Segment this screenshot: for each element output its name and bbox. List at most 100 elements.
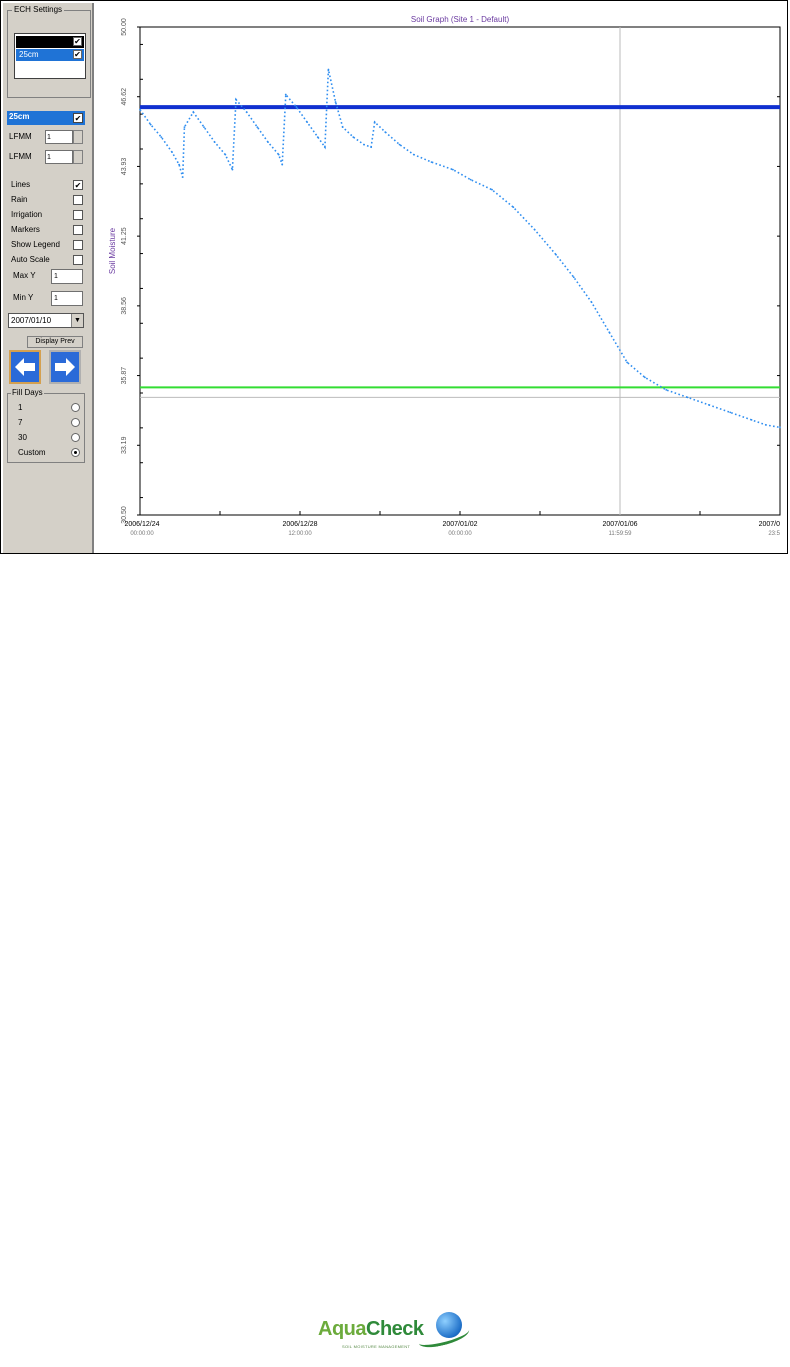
data-point [284, 93, 287, 96]
data-point [149, 123, 152, 126]
data-point [235, 98, 237, 101]
days-radio[interactable] [71, 448, 80, 457]
lfmm-spinner[interactable] [73, 150, 83, 164]
days-radio[interactable] [71, 403, 80, 412]
data-point [384, 131, 387, 134]
aquacheck-logo: AquaCheck SOIL MOISTURE MANAGEMENT [318, 1308, 478, 1352]
ech-sensor-item[interactable]: 25cm ✔ [16, 49, 84, 61]
min-y-input[interactable] [51, 291, 83, 306]
option-checkbox[interactable]: ✔ [73, 180, 83, 190]
data-point [306, 121, 309, 123]
data-point [277, 153, 280, 156]
option-checkbox[interactable] [73, 255, 83, 265]
option-label: Show Legend [11, 240, 60, 249]
y-tick-label: 41.25 [121, 227, 128, 245]
option-label: Auto Scale [11, 255, 50, 264]
data-point [256, 126, 259, 129]
y-tick-label: 43.93 [121, 158, 128, 176]
data-point [267, 141, 269, 144]
option-show-legend[interactable]: Show Legend [7, 238, 87, 252]
ech-sensor-list[interactable]: ✔ 25cm ✔ [14, 33, 86, 79]
data-point [750, 419, 753, 421]
y-tick-label: 50.00 [121, 18, 128, 36]
days-radio[interactable] [71, 418, 80, 427]
days-option-1[interactable]: 1 [14, 402, 82, 414]
ech-sensor-label: 25cm [19, 50, 39, 59]
data-point [295, 106, 298, 108]
y-tick-label: 33.19 [121, 436, 128, 454]
data-point [171, 151, 173, 154]
days-option-30[interactable]: 30 [14, 432, 82, 444]
days-option-custom[interactable]: Custom [14, 447, 82, 459]
app-window: ECH Settings ✔ 25cm ✔ 25cm ✔ LFMM LFMM [0, 0, 788, 554]
data-point [160, 136, 163, 139]
data-point [626, 361, 629, 364]
min-y-row: Min Y [7, 289, 87, 307]
x-tick-label: 2006/12/28 [282, 521, 317, 528]
option-irrigation[interactable]: Irrigation [7, 208, 87, 222]
days-option-7[interactable]: 7 [14, 417, 82, 429]
ech-sensor-item[interactable]: ✔ [16, 36, 84, 48]
data-point [398, 143, 401, 146]
chart-title: Soil Graph (Site 1 - Default) [411, 15, 510, 24]
ech-sensor-checkbox[interactable]: ✔ [73, 37, 82, 46]
soil-graph-area[interactable]: Soil Graph (Site 1 - Default) 50.00 46.62 4… [96, 3, 787, 553]
max-y-input[interactable] [51, 269, 83, 284]
arrow-left-icon [15, 358, 35, 376]
date-select-value: 2007/01/10 [11, 316, 52, 325]
lfmm-label: LFMM [9, 152, 32, 161]
option-markers[interactable]: Markers [7, 223, 87, 237]
lfmm-input[interactable] [45, 130, 73, 144]
option-lines[interactable]: Lines ✔ [7, 178, 87, 192]
data-point [363, 143, 365, 146]
control-panel: ECH Settings ✔ 25cm ✔ 25cm ✔ LFMM LFMM [3, 3, 94, 553]
date-select[interactable]: 2007/01/10 ▼ [8, 313, 84, 328]
data-point [512, 206, 515, 209]
option-label: Irrigation [11, 210, 43, 219]
ech-settings-label: ECH Settings [12, 5, 65, 15]
min-y-label: Min Y [13, 293, 34, 302]
data-point [555, 253, 557, 256]
option-checkbox[interactable] [73, 195, 83, 205]
x-tick-label: 2006/12/24 [124, 521, 159, 528]
option-rain[interactable]: Rain [7, 193, 87, 207]
y-tick-label: 46.62 [121, 88, 128, 106]
data-point [707, 403, 710, 406]
y-tick-label: 35.87 [121, 367, 128, 385]
data-point [334, 101, 337, 103]
option-auto-scale[interactable]: Auto Scale [7, 253, 87, 267]
lfmm-input[interactable] [45, 150, 73, 164]
days-radio[interactable] [71, 433, 80, 442]
data-point [341, 126, 344, 129]
option-checkbox[interactable] [73, 210, 83, 220]
data-point [245, 111, 248, 113]
ech-settings-group: ECH Settings ✔ 25cm ✔ [7, 5, 91, 98]
x-tick-time: 11:59:59 [609, 531, 633, 537]
data-point [181, 176, 184, 179]
data-point [327, 68, 330, 71]
data-point [533, 228, 536, 231]
days-option-label: 7 [18, 418, 23, 427]
option-checkbox[interactable] [73, 225, 83, 235]
y-axis-label: Soil Moisture [108, 227, 117, 274]
data-point [224, 153, 227, 156]
prev-button[interactable] [9, 350, 41, 384]
option-checkbox[interactable] [73, 240, 83, 250]
data-point [183, 126, 186, 129]
days-option-label: Custom [18, 448, 46, 457]
soil-graph-chart[interactable]: Soil Graph (Site 1 - Default) 50.00 46.62 4… [96, 3, 787, 553]
ech-sensor-checkbox[interactable]: ✔ [73, 50, 82, 59]
data-point [192, 111, 195, 113]
lfmm-spinner[interactable] [73, 130, 83, 144]
data-point [491, 188, 493, 191]
data-point [665, 388, 668, 391]
selected-sensor-checkbox[interactable]: ✔ [73, 113, 83, 123]
data-point [412, 153, 415, 156]
selected-sensor-label: 25cm [9, 112, 30, 121]
next-button[interactable] [49, 350, 81, 384]
selected-sensor-row[interactable]: 25cm ✔ [7, 111, 85, 125]
max-y-label: Max Y [13, 271, 36, 280]
data-point [373, 121, 376, 123]
chevron-down-icon[interactable]: ▼ [71, 314, 83, 327]
data-point [316, 136, 319, 139]
